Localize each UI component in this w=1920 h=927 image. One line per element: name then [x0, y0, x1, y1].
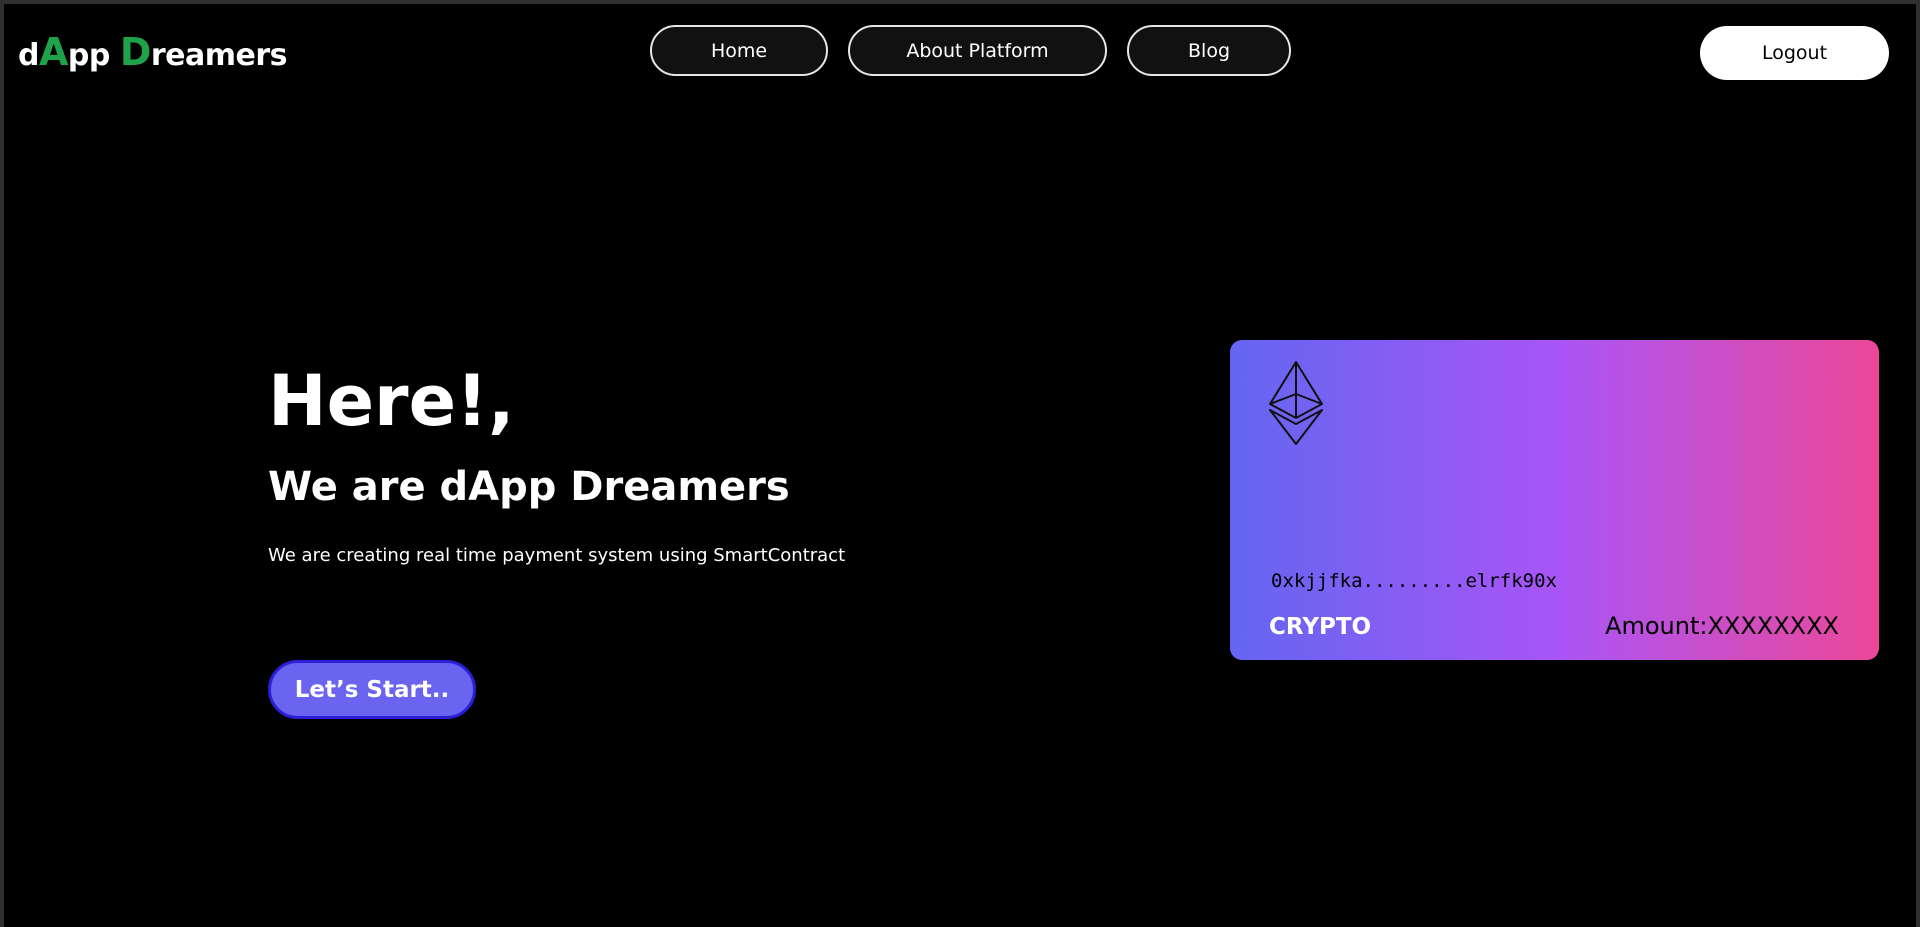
hero-title: Here!, [268, 360, 515, 442]
wallet-address: 0xkjjfka.........elrfk90x [1271, 570, 1557, 592]
app-window: dApp Dreamers Home About Platform Blog L… [0, 0, 1920, 927]
nav-about-platform-button[interactable]: About Platform [848, 25, 1107, 76]
hero-description: We are creating real time payment system… [268, 545, 846, 566]
brand-logo[interactable]: dApp Dreamers [18, 30, 288, 74]
logo-part: d [18, 38, 39, 73]
nav-blog-button[interactable]: Blog [1127, 25, 1291, 76]
nav-home-button[interactable]: Home [650, 25, 828, 76]
ethereum-icon [1269, 361, 1323, 445]
crypto-card: 0xkjjfka.........elrfk90x CRYPTO Amount:… [1230, 340, 1879, 660]
lets-start-button[interactable]: Let’s Start.. [268, 660, 476, 719]
card-label: CRYPTO [1269, 614, 1372, 640]
logo-accent-letter: D [119, 30, 152, 74]
logo-part: pp [67, 38, 120, 73]
card-amount: Amount:XXXXXXXX [1605, 612, 1839, 640]
logo-accent-letter: A [38, 30, 68, 74]
logo-part: reamers [150, 38, 288, 73]
logout-button[interactable]: Logout [1700, 26, 1889, 80]
hero-subtitle: We are dApp Dreamers [268, 464, 790, 510]
